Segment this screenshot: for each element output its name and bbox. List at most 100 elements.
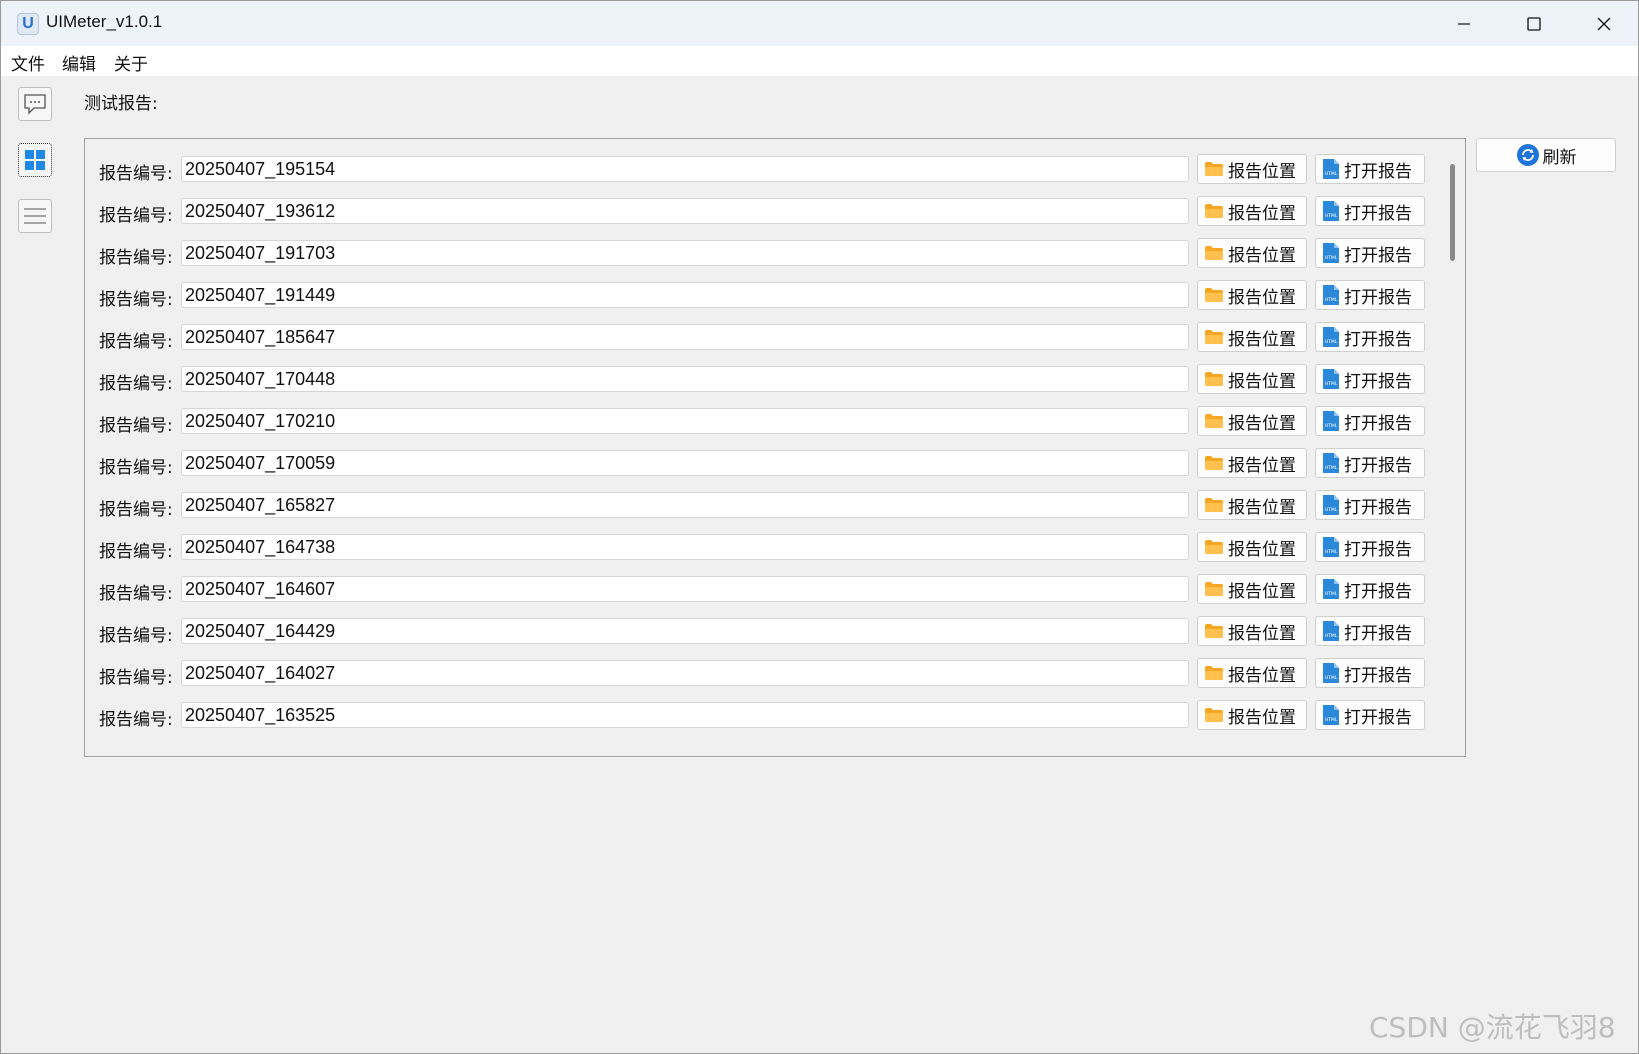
report-location-label: 报告位置	[1228, 707, 1296, 728]
svg-text:HTML: HTML	[1325, 213, 1338, 219]
scrollbar-thumb[interactable]	[1450, 164, 1455, 261]
report-location-button[interactable]: 报告位置	[1197, 700, 1307, 730]
folder-icon	[1204, 581, 1224, 597]
sidebar-message-button[interactable]	[18, 87, 52, 121]
open-report-button[interactable]: HTML 打开报告	[1315, 364, 1425, 394]
report-id-field[interactable]: 20250407_170448	[181, 366, 1189, 392]
svg-text:HTML: HTML	[1325, 297, 1338, 303]
menu-about[interactable]: 关于	[114, 50, 148, 75]
html-file-icon: HTML	[1322, 536, 1340, 558]
open-report-button[interactable]: HTML 打开报告	[1315, 406, 1425, 436]
report-location-button[interactable]: 报告位置	[1197, 322, 1307, 352]
report-id-field[interactable]: 20250407_164429	[181, 618, 1189, 644]
refresh-button[interactable]: 刷新	[1476, 138, 1616, 172]
report-location-button[interactable]: 报告位置	[1197, 196, 1307, 226]
window-title: UIMeter_v1.0.1	[46, 12, 163, 31]
folder-icon	[1204, 203, 1224, 219]
report-id-label: 报告编号:	[99, 206, 173, 226]
minimize-button[interactable]	[1429, 1, 1499, 46]
menu-file[interactable]: 文件	[11, 50, 45, 75]
report-location-button[interactable]: 报告位置	[1197, 616, 1307, 646]
report-location-label: 报告位置	[1228, 497, 1296, 518]
folder-icon	[1204, 539, 1224, 555]
open-report-button[interactable]: HTML 打开报告	[1315, 196, 1425, 226]
report-location-label: 报告位置	[1228, 245, 1296, 266]
title-bar: U UIMeter_v1.0.1	[1, 1, 1638, 46]
report-id-field[interactable]: 20250407_164607	[181, 576, 1189, 602]
report-id-field[interactable]: 20250407_195154	[181, 156, 1189, 182]
folder-icon	[1204, 329, 1224, 345]
report-location-label: 报告位置	[1228, 203, 1296, 224]
open-report-button[interactable]: HTML 打开报告	[1315, 448, 1425, 478]
menu-edit[interactable]: 编辑	[62, 50, 96, 75]
open-report-button[interactable]: HTML 打开报告	[1315, 322, 1425, 352]
report-row: 报告编号: 20250407_193612 报告位置 HTML 打开报告	[85, 196, 1435, 228]
report-row: 报告编号: 20250407_185647 报告位置 HTML 打开报告	[85, 322, 1435, 354]
report-location-button[interactable]: 报告位置	[1197, 532, 1307, 562]
report-row: 报告编号: 20250407_163525 报告位置 HTML 打开报告	[85, 700, 1435, 732]
svg-text:HTML: HTML	[1325, 549, 1338, 555]
sidebar-list-button[interactable]	[18, 199, 52, 233]
open-report-button[interactable]: HTML 打开报告	[1315, 574, 1425, 604]
svg-text:HTML: HTML	[1325, 591, 1338, 597]
report-id-field[interactable]: 20250407_164027	[181, 660, 1189, 686]
open-report-button[interactable]: HTML 打开报告	[1315, 154, 1425, 184]
report-location-button[interactable]: 报告位置	[1197, 280, 1307, 310]
report-id-label: 报告编号:	[99, 332, 173, 352]
html-file-icon: HTML	[1322, 704, 1340, 726]
report-location-label: 报告位置	[1228, 329, 1296, 350]
report-row: 报告编号: 20250407_191703 报告位置 HTML 打开报告	[85, 238, 1435, 270]
report-id-field[interactable]: 20250407_163525	[181, 702, 1189, 728]
report-location-label: 报告位置	[1228, 287, 1296, 308]
maximize-button[interactable]	[1499, 1, 1569, 46]
open-report-button[interactable]: HTML 打开报告	[1315, 616, 1425, 646]
folder-icon	[1204, 413, 1224, 429]
open-report-button[interactable]: HTML 打开报告	[1315, 700, 1425, 730]
menu-bar: 文件 编辑 关于	[1, 46, 1638, 76]
html-file-icon: HTML	[1322, 578, 1340, 600]
report-id-field[interactable]: 20250407_185647	[181, 324, 1189, 350]
html-file-icon: HTML	[1322, 452, 1340, 474]
report-id-label: 报告编号:	[99, 458, 173, 478]
report-id-field[interactable]: 20250407_170210	[181, 408, 1189, 434]
report-id-field[interactable]: 20250407_191703	[181, 240, 1189, 266]
report-location-button[interactable]: 报告位置	[1197, 574, 1307, 604]
report-location-button[interactable]: 报告位置	[1197, 406, 1307, 436]
report-location-label: 报告位置	[1228, 539, 1296, 560]
report-location-button[interactable]: 报告位置	[1197, 364, 1307, 394]
report-id-field[interactable]: 20250407_193612	[181, 198, 1189, 224]
open-report-button[interactable]: HTML 打开报告	[1315, 280, 1425, 310]
report-id-label: 报告编号:	[99, 584, 173, 604]
svg-text:HTML: HTML	[1325, 255, 1338, 261]
report-id-field[interactable]: 20250407_170059	[181, 450, 1189, 476]
report-id-field[interactable]: 20250407_165827	[181, 492, 1189, 518]
open-report-button[interactable]: HTML 打开报告	[1315, 532, 1425, 562]
report-location-button[interactable]: 报告位置	[1197, 154, 1307, 184]
report-id-field[interactable]: 20250407_164738	[181, 534, 1189, 560]
report-row: 报告编号: 20250407_170448 报告位置 HTML 打开报告	[85, 364, 1435, 396]
report-location-button[interactable]: 报告位置	[1197, 490, 1307, 520]
report-id-label: 报告编号:	[99, 710, 173, 730]
report-location-button[interactable]: 报告位置	[1197, 448, 1307, 478]
report-id-field[interactable]: 20250407_191449	[181, 282, 1189, 308]
report-row: 报告编号: 20250407_164607 报告位置 HTML 打开报告	[85, 574, 1435, 606]
open-report-button[interactable]: HTML 打开报告	[1315, 238, 1425, 268]
close-button[interactable]	[1569, 1, 1639, 46]
report-location-button[interactable]: 报告位置	[1197, 658, 1307, 688]
open-report-label: 打开报告	[1344, 665, 1412, 686]
html-file-icon: HTML	[1322, 410, 1340, 432]
open-report-label: 打开报告	[1344, 371, 1412, 392]
report-row: 报告编号: 20250407_195154 报告位置 HTML 打开报告	[85, 154, 1435, 186]
sidebar-grid-button[interactable]	[18, 143, 52, 177]
open-report-label: 打开报告	[1344, 497, 1412, 518]
report-row: 报告编号: 20250407_164738 报告位置 HTML 打开报告	[85, 532, 1435, 564]
report-location-label: 报告位置	[1228, 161, 1296, 182]
open-report-label: 打开报告	[1344, 287, 1412, 308]
open-report-button[interactable]: HTML 打开报告	[1315, 658, 1425, 688]
report-location-button[interactable]: 报告位置	[1197, 238, 1307, 268]
open-report-button[interactable]: HTML 打开报告	[1315, 490, 1425, 520]
svg-text:HTML: HTML	[1325, 381, 1338, 387]
open-report-label: 打开报告	[1344, 245, 1412, 266]
report-id-label: 报告编号:	[99, 248, 173, 268]
app-logo-icon: U	[17, 13, 39, 35]
